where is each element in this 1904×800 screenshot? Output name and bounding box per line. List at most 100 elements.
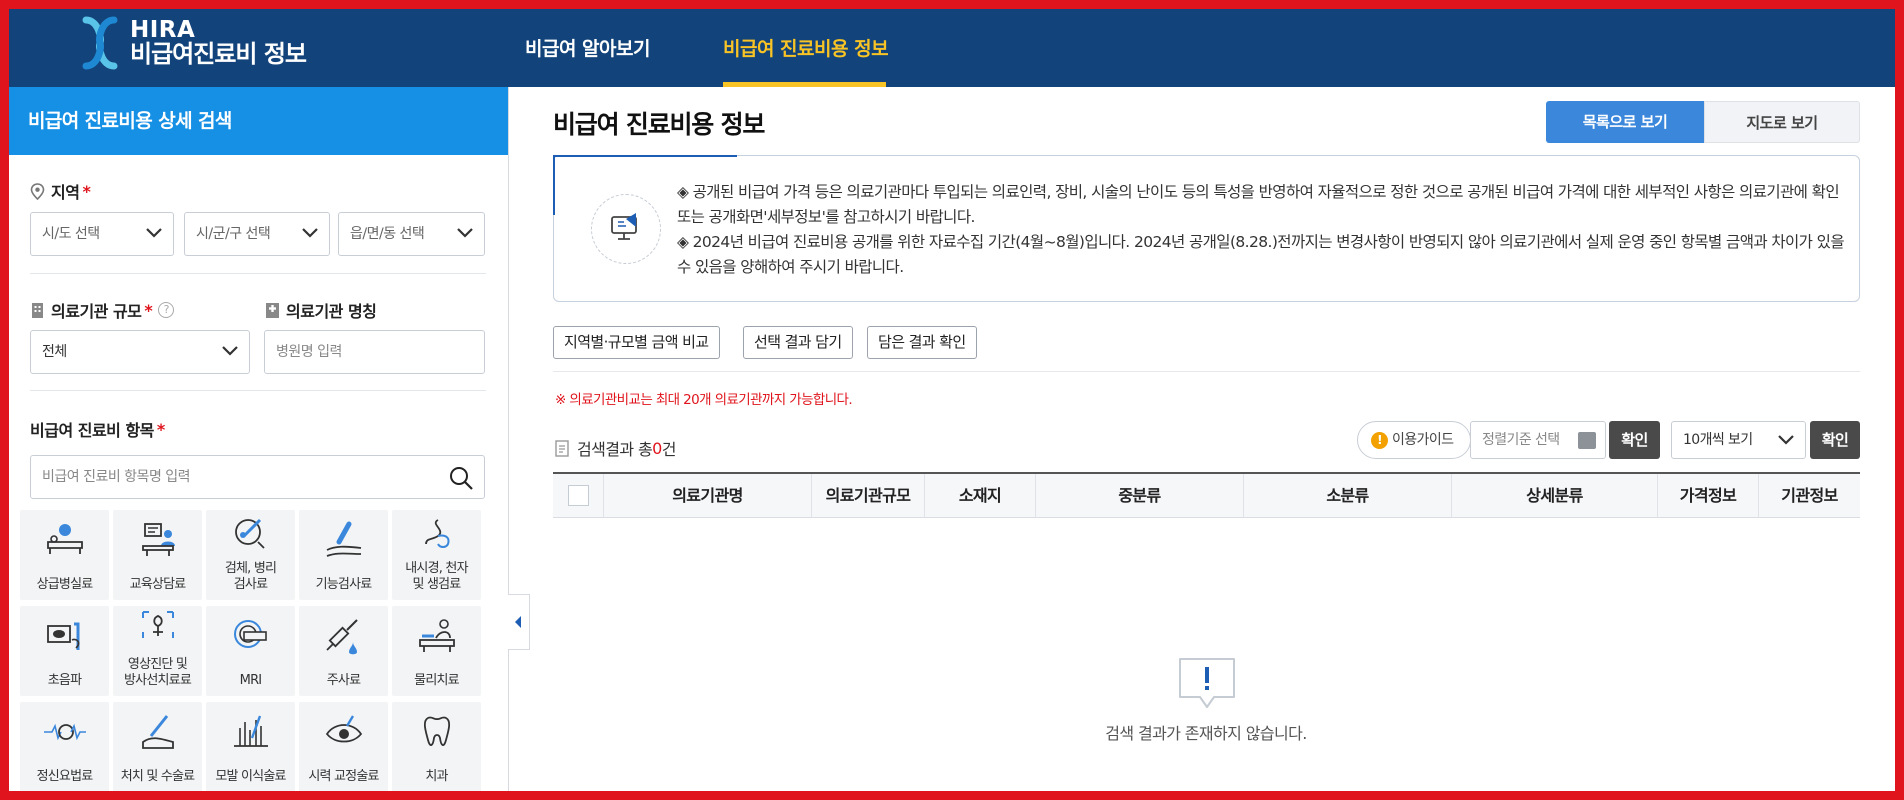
tile-label: MRI: [239, 673, 262, 688]
tile-ultrasound[interactable]: 초음파: [20, 606, 109, 696]
tile-label: 주사료: [326, 673, 361, 688]
tile-vision-correction[interactable]: 시력 교정술료: [299, 702, 388, 792]
per-page-select[interactable]: 10개씩 보기: [1671, 421, 1806, 459]
section-divider: [30, 273, 486, 274]
hair-transplant-icon: [234, 715, 268, 747]
institution-scale-select[interactable]: 전체: [30, 330, 250, 374]
institution-name-label-text: 의료기관 명칭: [286, 302, 377, 321]
nav-noncovered-cost-info[interactable]: 비급여 진료비용 정보: [723, 0, 889, 87]
page-title: 비급여 진료비용 정보: [553, 110, 765, 139]
col-institution-scale[interactable]: 의료기관규모: [811, 474, 924, 518]
notice-circle: [591, 194, 661, 264]
tile-procedure-surgery[interactable]: 처치 및 수술료: [113, 702, 202, 792]
col-location[interactable]: 소재지: [924, 474, 1035, 518]
dong-select[interactable]: 읍/면/동 선택: [338, 212, 485, 256]
ultrasound-icon: [47, 622, 80, 650]
document-icon: [555, 439, 569, 457]
hospital-name-input[interactable]: 병원명 입력: [264, 330, 485, 374]
col-price-info[interactable]: 가격정보: [1657, 474, 1758, 518]
results-table-header: 의료기관명 의료기관규모 소재지 중분류 소분류 상세분류 가격정보 기관정보: [553, 472, 1860, 518]
tile-psychotherapy[interactable]: 정신요법료: [20, 702, 109, 792]
help-icon[interactable]: ?: [158, 302, 175, 318]
location-pin-icon: [30, 182, 45, 200]
select-all-checkbox[interactable]: [567, 485, 589, 506]
tile-label: 초음파: [47, 673, 82, 688]
chevron-down-icon: [302, 228, 318, 238]
tile-label: 교육상담료: [129, 577, 187, 592]
noncovered-items-label: 비급여 진료비 항목 *: [30, 417, 165, 441]
compare-limit-warning: ※ 의료기관비교는 최대 20개 의료기관까지 가능합니다.: [555, 392, 853, 408]
notice-line-1: ◈ 공개된 비급여 가격 등은 의료기관마다 투입되는 의료인력, 장비, 시술…: [677, 183, 1840, 226]
empty-result-message: 검색 결과가 존재하지 않습니다.: [1105, 724, 1307, 743]
hira-logo-icon: [82, 16, 118, 70]
institution-scale-label: 의료기관 규모 *?: [30, 298, 175, 322]
tile-dental[interactable]: 치과: [392, 702, 481, 792]
nav-learn-noncovered[interactable]: 비급여 알아보기: [525, 0, 650, 87]
view-map-button[interactable]: 지도로 보기: [1704, 101, 1860, 143]
view-list-button[interactable]: 목록으로 보기: [1546, 101, 1704, 143]
tile-label: 처치 및 수술료: [120, 769, 195, 784]
col-sub-category[interactable]: 소분류: [1243, 474, 1451, 518]
sort-placeholder: 정렬기준 선택: [1482, 432, 1560, 448]
required-mark: *: [144, 300, 153, 320]
sigungu-select[interactable]: 시/군/구 선택: [184, 212, 330, 256]
injection-arm-icon: [326, 521, 362, 557]
physical-therapy-icon: [419, 619, 455, 652]
col-institution-name[interactable]: 의료기관명: [603, 474, 811, 518]
sido-select[interactable]: 시/도 선택: [30, 212, 174, 256]
required-mark: *: [82, 181, 91, 201]
tile-education-consult[interactable]: 교육상담료: [113, 510, 202, 600]
tile-label: 상급병실료: [36, 577, 94, 592]
tile-label: 시력 교정술료: [308, 769, 379, 784]
hira-logo[interactable]: HIRA 비급여진료비 정보: [80, 16, 307, 70]
compare-region-scale-button[interactable]: 지역별·규모별 금액 비교: [553, 326, 720, 359]
chevron-down-icon: [457, 228, 473, 238]
sido-select-value: 시/도 선택: [42, 226, 100, 242]
item-search-input[interactable]: 비급여 진료비 항목명 입력: [30, 455, 485, 499]
section-divider: [553, 371, 1860, 372]
institution-scale-value: 전체: [42, 344, 67, 360]
tile-label: 영상진단 및 방사선치료료: [124, 657, 192, 688]
nav-active-indicator: [723, 82, 886, 87]
region-label-text: 지역: [51, 183, 80, 202]
tile-label: 모발 이식술료: [215, 769, 286, 784]
col-institution-info[interactable]: 기관정보: [1758, 474, 1860, 518]
tile-injection[interactable]: 주사료: [299, 606, 388, 696]
microscope-icon: [235, 518, 265, 549]
col-detail-category[interactable]: 상세분류: [1451, 474, 1657, 518]
add-selection-button[interactable]: 선택 결과 담기: [743, 326, 853, 359]
region-label: 지역 *: [30, 179, 91, 203]
tile-mri[interactable]: MRI: [206, 606, 295, 696]
tile-imaging-radiation[interactable]: 영상진단 및 방사선치료료: [113, 606, 202, 696]
sort-confirm-button[interactable]: 확인: [1609, 421, 1660, 459]
sort-select[interactable]: 정렬기준 선택: [1470, 421, 1606, 459]
tile-function-test[interactable]: 기능검사료: [299, 510, 388, 600]
per-page-confirm-button[interactable]: 확인: [1810, 421, 1860, 459]
tile-endoscopy-biopsy[interactable]: 내시경, 천자 및 생검료: [392, 510, 481, 600]
notice-accent-line: [553, 155, 737, 157]
mri-scanner-icon: [234, 620, 267, 648]
view-saved-results-button[interactable]: 담은 결과 확인: [867, 326, 977, 359]
logo-hira-text: HIRA: [130, 17, 196, 44]
tile-physical-therapy[interactable]: 물리치료: [392, 606, 481, 696]
notice-accent-line: [553, 155, 555, 215]
tile-room-fee[interactable]: 상급병실료: [20, 510, 109, 600]
notice-box: ◈ 공개된 비급여 가격 등은 의료기관마다 투입되는 의료인력, 장비, 시술…: [553, 155, 1860, 302]
exclamation-icon: !: [1371, 432, 1388, 449]
result-suffix: 건: [661, 440, 677, 459]
tile-hair-transplant[interactable]: 모발 이식술료: [206, 702, 295, 792]
search-icon[interactable]: [448, 465, 474, 491]
result-prefix: 검색결과 총: [577, 440, 653, 459]
category-grid: 상급병실료 교육상담료 검체, 병리 검사료 기능검사료 내시경, 천자 및 생…: [20, 510, 484, 792]
empty-result-icon: [1179, 658, 1235, 708]
institution-name-label: 의료기관 명칭: [265, 298, 377, 322]
usage-guide-button[interactable]: ! 이용가이드: [1357, 421, 1471, 459]
syringe-icon: [326, 619, 358, 655]
top-header: HIRA 비급여진료비 정보 비급여 알아보기 비급여 진료비용 정보: [0, 0, 1904, 87]
sidebar-collapse-button[interactable]: [508, 594, 530, 650]
usage-guide-label: 이용가이드: [1392, 432, 1454, 448]
institution-scale-label-text: 의료기관 규모: [51, 302, 142, 321]
tile-specimen-pathology[interactable]: 검체, 병리 검사료: [206, 510, 295, 600]
search-sidebar: 비급여 진료비용 상세 검색 지역 * 시/도 선택 시/군/구 선택 읍/면/동…: [9, 87, 509, 800]
col-mid-category[interactable]: 중분류: [1035, 474, 1243, 518]
